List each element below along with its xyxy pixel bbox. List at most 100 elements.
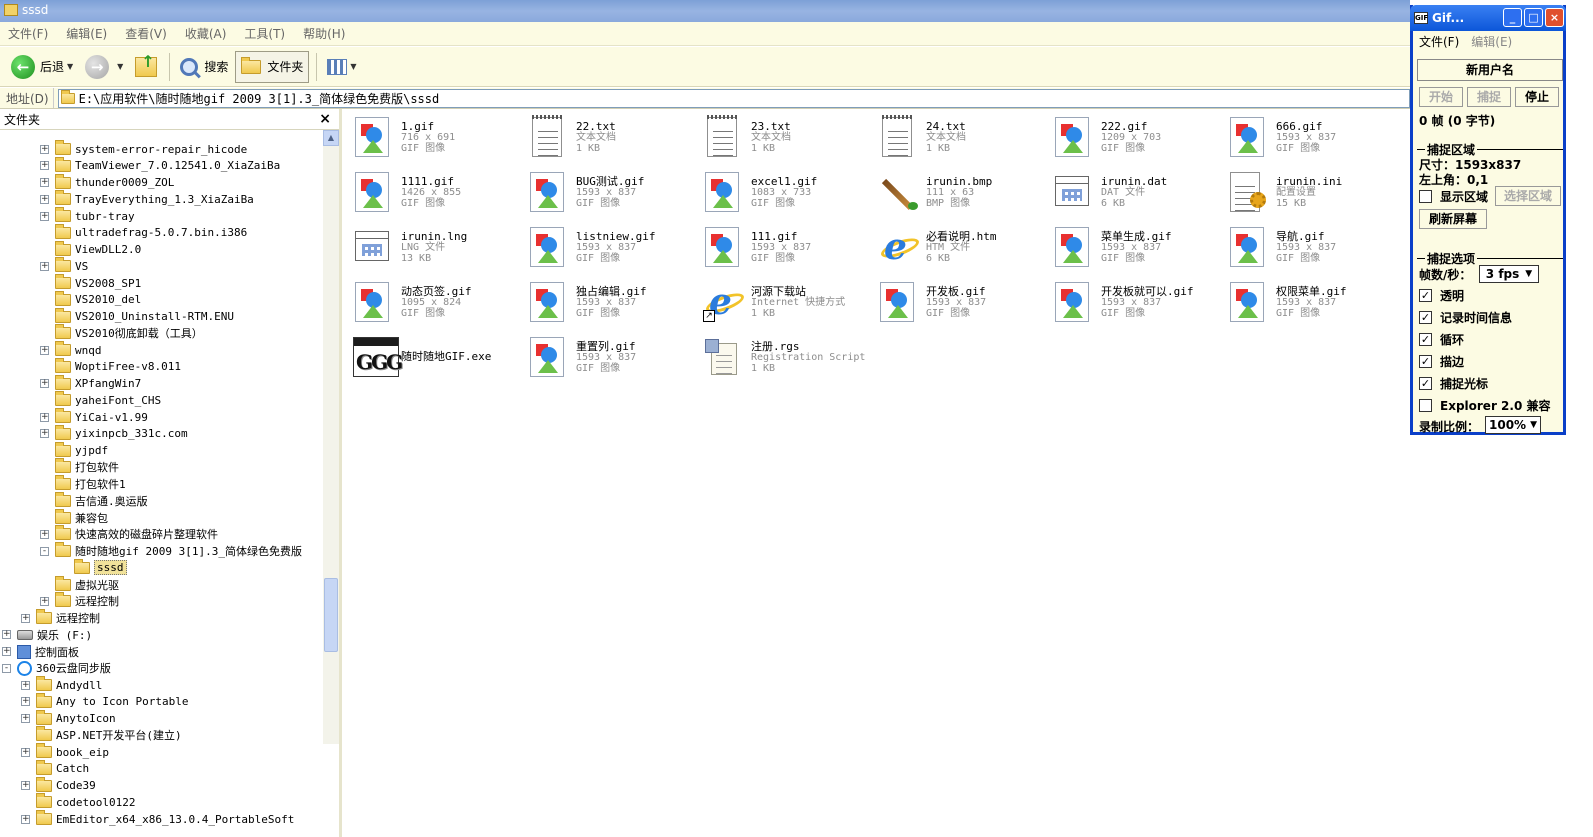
menu-tools[interactable]: 工具(T) bbox=[244, 25, 285, 42]
refresh-screen-button[interactable]: 刷新屏幕 bbox=[1419, 209, 1487, 229]
file-item[interactable]: 开发板.gif 1593 x 837 GIF 图像 bbox=[876, 280, 1048, 328]
file-item[interactable]: 1.gif 716 x 691 GIF 图像 bbox=[351, 115, 523, 163]
checkbox-checked[interactable]: ✓ bbox=[1419, 311, 1432, 324]
select-area-button[interactable]: 选择区域 bbox=[1495, 186, 1561, 206]
expand-icon[interactable]: + bbox=[40, 211, 49, 221]
file-item[interactable]: 24.txt 文本文档 1 KB bbox=[876, 115, 1048, 163]
forward-button[interactable]: → ▼ bbox=[80, 51, 128, 83]
expand-icon[interactable]: + bbox=[40, 529, 49, 539]
chevron-down-icon[interactable]: ▼ bbox=[67, 62, 73, 71]
tree-item[interactable]: 兼容包 bbox=[40, 508, 108, 526]
file-item[interactable]: e ↗ 河源下载站 Internet 快捷方式 1 KB bbox=[701, 280, 873, 328]
tree-item[interactable]: + yixinpcb_331c.com bbox=[40, 424, 188, 442]
search-button[interactable]: 搜索 bbox=[175, 51, 233, 83]
expand-icon[interactable]: + bbox=[40, 429, 49, 439]
tree-item[interactable]: + Any to Icon Portable bbox=[21, 692, 188, 710]
expand-icon[interactable]: + bbox=[40, 178, 49, 187]
tree-item[interactable]: + EmEditor_x64_x86_13.0.4_PortableSoft bbox=[21, 810, 294, 827]
tree-item[interactable]: + Andydll bbox=[21, 676, 102, 693]
capture-button[interactable]: 捕捉 bbox=[1467, 87, 1511, 107]
folder-pane-scrollbar[interactable]: ▲ bbox=[323, 130, 339, 744]
file-item[interactable]: excel1.gif 1083 x 733 GIF 图像 bbox=[701, 170, 873, 218]
tree-item[interactable]: + 远程控制 bbox=[21, 609, 100, 626]
file-item[interactable]: 1111.gif 1426 x 855 GIF 图像 bbox=[351, 170, 523, 218]
tree-item[interactable]: + 快速高效的磁盘碎片整理软件 bbox=[40, 525, 218, 542]
file-item[interactable]: listniew.gif 1593 x 837 GIF 图像 bbox=[526, 225, 698, 273]
chevron-down-icon[interactable]: ▼ bbox=[117, 62, 123, 71]
file-item[interactable]: 666.gif 1593 x 837 GIF 图像 bbox=[1226, 115, 1398, 163]
tree-item[interactable]: VS2008_SP1 bbox=[40, 274, 141, 291]
tree-item[interactable]: ASP.NET开发平台(建立) bbox=[21, 726, 182, 743]
tree-item[interactable]: 虚拟光驱 bbox=[40, 575, 119, 593]
folders-button[interactable]: 文件夹 bbox=[235, 50, 310, 83]
expand-icon[interactable]: + bbox=[40, 194, 49, 204]
expand-icon[interactable]: + bbox=[40, 379, 49, 388]
up-button[interactable]: ↑ bbox=[130, 51, 162, 83]
explorer-compat-checkbox[interactable]: Explorer 2.0 兼容 bbox=[1419, 397, 1550, 414]
tree-item[interactable]: + VS bbox=[40, 257, 88, 274]
menu-view[interactable]: 查看(V) bbox=[125, 25, 167, 42]
file-item[interactable]: GGG 随时随地GIF.exe bbox=[351, 335, 523, 383]
tree-item[interactable]: - 随时随地gif 2009 3[1].3_简体绿色免费版 bbox=[40, 542, 302, 559]
tree-item[interactable]: codetool0122 bbox=[21, 793, 135, 810]
fps-select[interactable]: 3 fps ▼ bbox=[1479, 265, 1539, 283]
menu-favorites[interactable]: 收藏(A) bbox=[185, 25, 227, 42]
file-item[interactable]: irunin.lng LNG 文件 13 KB bbox=[351, 225, 523, 273]
tree-item[interactable]: + tubr-tray bbox=[40, 207, 135, 224]
file-item[interactable]: irunin.dat DAT 文件 6 KB bbox=[1051, 170, 1223, 218]
start-button[interactable]: 开始 bbox=[1419, 87, 1463, 107]
expand-icon[interactable]: + bbox=[21, 714, 30, 723]
tree-item[interactable]: + AnytoIcon bbox=[21, 709, 116, 727]
expand-icon[interactable]: + bbox=[2, 647, 11, 656]
expand-icon[interactable]: + bbox=[40, 596, 49, 606]
checkbox-box[interactable] bbox=[1419, 399, 1432, 412]
address-input[interactable]: E:\应用软件\随时随地gif 2009 3[1].3_简体绿色免费版\sssd bbox=[57, 88, 1410, 108]
file-item[interactable]: BUG测试.gif 1593 x 837 GIF 图像 bbox=[526, 170, 698, 218]
back-button[interactable]: ← 后退 ▼ bbox=[6, 51, 78, 83]
file-item[interactable]: 动态页签.gif 1095 x 824 GIF 图像 bbox=[351, 280, 523, 328]
expand-icon[interactable]: + bbox=[40, 345, 49, 355]
tree-item[interactable]: - 360云盘同步版 bbox=[2, 660, 111, 676]
tree-item[interactable]: + Code39 bbox=[21, 776, 96, 794]
file-item[interactable]: irunin.ini 配置设置 15 KB bbox=[1226, 170, 1398, 218]
expand-icon[interactable]: + bbox=[21, 613, 30, 623]
username-field[interactable]: 新用户名 bbox=[1417, 59, 1563, 81]
views-button[interactable]: ▼ bbox=[322, 51, 361, 83]
title-bar[interactable]: sssd bbox=[0, 0, 1410, 22]
gif-menu-file[interactable]: 文件(F) bbox=[1419, 33, 1459, 50]
file-item[interactable]: 222.gif 1209 x 703 GIF 图像 bbox=[1051, 115, 1223, 163]
tree-item[interactable]: + 远程控制 bbox=[40, 592, 119, 609]
tree-item[interactable]: sssd bbox=[59, 558, 127, 576]
tree-item[interactable]: + TrayEverything_1.3_XiaZaiBa bbox=[40, 190, 254, 207]
expand-icon[interactable]: + bbox=[21, 781, 30, 790]
expand-icon[interactable]: + bbox=[40, 161, 49, 171]
tree-item[interactable]: 吉信通.奥运版 bbox=[40, 491, 148, 509]
stop-button[interactable]: 停止 bbox=[1515, 87, 1559, 107]
minimize-button[interactable]: _ bbox=[1503, 8, 1522, 27]
close-icon[interactable]: × bbox=[319, 111, 331, 127]
time-info-checkbox[interactable]: ✓ 记录时间信息 bbox=[1419, 309, 1512, 326]
tree-item[interactable]: VS2010彻底卸载（工具） bbox=[40, 324, 203, 341]
show-area-checkbox[interactable]: 显示区域 bbox=[1419, 188, 1488, 205]
tree-item[interactable]: ultradefrag-5.0.7.bin.i386 bbox=[40, 223, 247, 241]
tree-item[interactable]: 打包软件1 bbox=[40, 475, 126, 492]
file-item[interactable]: 重置列.gif 1593 x 837 GIF 图像 bbox=[526, 335, 698, 383]
maximize-button[interactable]: □ bbox=[1524, 8, 1543, 27]
scrollbar-thumb[interactable] bbox=[324, 578, 338, 652]
scroll-up-icon[interactable]: ▲ bbox=[323, 130, 339, 146]
checkbox-checked[interactable]: ✓ bbox=[1419, 355, 1432, 368]
file-item[interactable]: 22.txt 文本文档 1 KB bbox=[526, 115, 698, 163]
tree-item[interactable]: + TeamViewer_7.0.12541.0_XiaZaiBa bbox=[40, 156, 280, 174]
file-item[interactable]: irunin.bmp 111 x 63 BMP 图像 bbox=[876, 170, 1048, 218]
menu-help[interactable]: 帮助(H) bbox=[303, 25, 345, 42]
expand-icon[interactable]: + bbox=[21, 747, 30, 757]
tree-item[interactable]: + thunder0009_ZOL bbox=[40, 173, 174, 191]
chevron-down-icon[interactable]: ▼ bbox=[350, 62, 356, 71]
tree-item[interactable]: WoptiFree-v8.011 bbox=[40, 357, 181, 375]
checkbox-checked[interactable]: ✓ bbox=[1419, 333, 1432, 346]
file-item[interactable]: e 必看说明.htm HTM 文件 6 KB bbox=[876, 225, 1048, 273]
expand-icon[interactable]: + bbox=[40, 144, 49, 154]
file-item[interactable]: 权限菜单.gif 1593 x 837 GIF 图像 bbox=[1226, 280, 1398, 328]
menu-file[interactable]: 文件(F) bbox=[8, 25, 48, 42]
tree-item[interactable]: yjpdf bbox=[40, 441, 108, 459]
